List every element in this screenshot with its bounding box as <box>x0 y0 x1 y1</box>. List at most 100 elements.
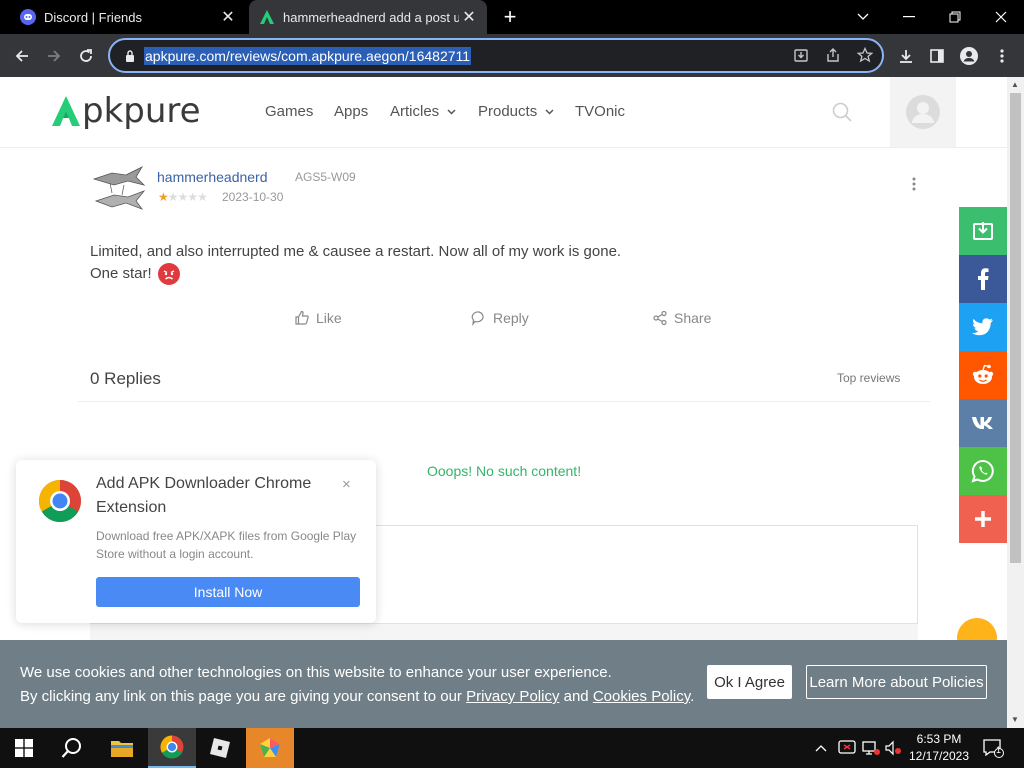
reddit-icon[interactable] <box>959 351 1007 399</box>
chrome-taskbar-icon[interactable] <box>148 728 196 768</box>
nav-articles[interactable]: Articles <box>390 103 478 120</box>
star-empty-icon: ★ <box>177 190 189 204</box>
network-icon[interactable] <box>862 728 880 768</box>
whatsapp-icon[interactable] <box>959 447 1007 495</box>
review-text-line: Limited, and also interrupted me & cause… <box>90 243 622 260</box>
reviewer-avatar[interactable] <box>90 161 146 218</box>
nav-tvonic[interactable]: TVOnic <box>575 103 625 120</box>
apkpure-logo[interactable]: pkpure <box>50 91 201 131</box>
thumbs-up-icon <box>295 310 309 325</box>
cookies-policy-link[interactable]: Cookies Policy <box>593 688 690 705</box>
clock-time: 6:53 PM <box>916 732 962 746</box>
browser-menu-icon[interactable] <box>988 42 1016 70</box>
restore-button[interactable] <box>932 0 978 34</box>
reply-button[interactable]: Reply <box>471 310 529 326</box>
roblox-icon[interactable] <box>196 728 244 768</box>
address-bar[interactable]: apkpure.com/reviews/com.apkpure.aegon/16… <box>108 38 884 73</box>
reviewer-username[interactable]: hammerheadnerd <box>157 169 268 185</box>
tab-search-icon[interactable] <box>840 0 886 34</box>
close-icon[interactable]: × <box>342 476 351 493</box>
site-header: pkpure Games Apps Articles Products TVOn… <box>0 77 1007 148</box>
minimize-button[interactable] <box>886 0 932 34</box>
nav-label: Apps <box>334 103 369 120</box>
bookmark-star-icon[interactable] <box>856 46 874 64</box>
new-tab-button[interactable]: + <box>497 4 523 30</box>
reload-button[interactable] <box>72 42 100 70</box>
like-button[interactable]: Like <box>294 310 342 326</box>
more-share-icon[interactable] <box>959 495 1007 543</box>
nav-label: Games <box>265 103 314 120</box>
cookie-text-prefix: By clicking any link on this page you ar… <box>20 688 467 705</box>
discord-icon <box>20 9 36 25</box>
nav-label: Articles <box>390 103 440 120</box>
extension-promo-popup: Add APK Downloader Chrome Extension × Do… <box>16 460 376 623</box>
learn-more-button[interactable]: Learn More about Policies <box>806 665 987 699</box>
nav-apps[interactable]: Apps <box>334 103 390 120</box>
tab-discord[interactable]: Discord | Friends ✕ <box>0 0 246 34</box>
user-avatar-button[interactable] <box>890 77 956 147</box>
close-window-button[interactable] <box>978 0 1024 34</box>
apkpure-logo-icon <box>52 96 80 126</box>
divider <box>78 401 930 402</box>
sort-top-reviews[interactable]: Top reviews <box>837 371 900 385</box>
web-page: pkpure Games Apps Articles Products TVOn… <box>0 77 1007 728</box>
more-options-icon[interactable] <box>912 177 916 191</box>
side-panel-icon[interactable] <box>923 42 951 70</box>
main-nav: Games Apps Articles Products TVOnic <box>265 103 625 120</box>
tab-apkpure[interactable]: hammerheadnerd add a post und ✕ <box>249 0 487 34</box>
popup-title: Add APK Downloader Chrome Extension <box>96 475 312 516</box>
share-label: Share <box>674 310 712 326</box>
star-rating: ★★★★★ <box>158 190 208 204</box>
nav-label: TVOnic <box>575 103 626 120</box>
scroll-down-arrow-icon[interactable]: ▼ <box>1011 715 1019 724</box>
privacy-policy-link[interactable]: Privacy Policy <box>466 688 559 705</box>
close-tab-icon[interactable]: ✕ <box>218 7 238 27</box>
share-page-icon[interactable] <box>824 46 842 64</box>
share-button[interactable]: Share <box>652 310 711 326</box>
notification-center-icon[interactable]: 1 <box>982 728 1004 768</box>
star-empty-icon: ★ <box>167 190 179 204</box>
apkpure-icon <box>259 9 275 25</box>
download-icon[interactable] <box>959 207 1007 255</box>
windows-start-icon[interactable] <box>0 728 48 768</box>
search-icon[interactable] <box>832 102 852 127</box>
popup-description: Download free APK/XAPK files from Google… <box>96 529 357 561</box>
url-text[interactable]: apkpure.com/reviews/com.apkpure.aegon/16… <box>144 46 472 65</box>
agree-button[interactable]: Ok I Agree <box>707 665 792 699</box>
user-avatar-icon <box>906 95 940 129</box>
search-taskbar-icon[interactable] <box>48 728 96 768</box>
logo-text: pkpure <box>82 91 201 131</box>
close-tab-icon[interactable]: ✕ <box>459 7 479 27</box>
page-scrollbar[interactable]: ▲ ▼ <box>1007 77 1024 728</box>
browser-tab-bar: Discord | Friends ✕ hammerheadnerd add a… <box>0 0 1024 34</box>
lock-icon[interactable] <box>116 49 144 62</box>
downloads-icon[interactable] <box>892 42 920 70</box>
volume-muted-icon[interactable] <box>884 728 902 768</box>
install-app-icon[interactable] <box>792 46 810 64</box>
back-button[interactable] <box>8 42 36 70</box>
cookie-text-period: . <box>690 688 695 705</box>
scroll-up-arrow-icon[interactable]: ▲ <box>1011 80 1019 89</box>
cookie-consent-banner: We use cookies and other technologies on… <box>0 640 1007 728</box>
review-text-line2: One star! <box>90 265 152 282</box>
file-explorer-icon[interactable] <box>98 728 146 768</box>
tab-title: hammerheadnerd add a post und <box>283 9 459 25</box>
nav-games[interactable]: Games <box>265 103 334 120</box>
profile-icon[interactable] <box>955 42 983 70</box>
show-hidden-icons[interactable] <box>815 728 827 768</box>
forward-button[interactable] <box>40 42 68 70</box>
cookie-text-line2: By clicking any link on this page you ar… <box>20 688 694 705</box>
browser-toolbar: apkpure.com/reviews/com.apkpure.aegon/16… <box>0 34 1024 77</box>
app-taskbar-icon[interactable] <box>246 728 294 768</box>
vk-icon[interactable] <box>959 399 1007 447</box>
scrollbar-thumb[interactable] <box>1010 93 1021 563</box>
facebook-icon[interactable] <box>959 255 1007 303</box>
nav-products[interactable]: Products <box>478 103 575 120</box>
install-now-button[interactable]: Install Now <box>96 577 360 607</box>
tray-app-icon[interactable] <box>838 728 856 768</box>
system-clock[interactable]: 6:53 PM 12/17/2023 <box>904 731 974 765</box>
star-empty-icon: ★ <box>187 190 198 204</box>
twitter-icon[interactable] <box>959 303 1007 351</box>
comment-bubble-icon <box>471 311 484 326</box>
tab-title: Discord | Friends <box>44 9 143 25</box>
